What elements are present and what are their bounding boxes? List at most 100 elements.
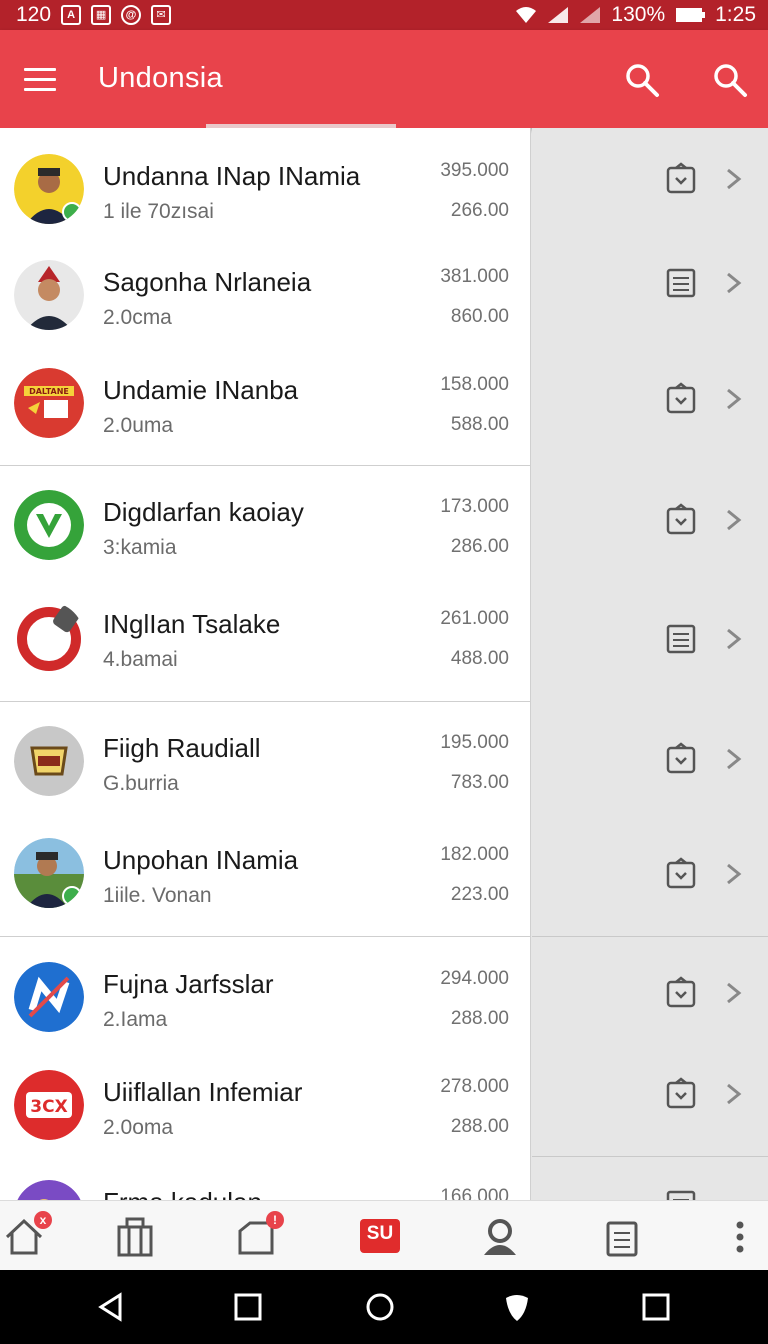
overflow-menu-button[interactable] — [718, 1215, 762, 1259]
list-item[interactable]: INglIan Tsalake 4.bamai 261.000 488.00 — [0, 576, 530, 688]
item-subtitle: 1 ile 70zısai — [103, 200, 214, 223]
person-avatar-icon — [14, 260, 84, 330]
person-avatar-icon — [14, 154, 84, 224]
item-subtitle: 2.0cma — [103, 306, 172, 329]
list-item[interactable]: Fujna Jarfsslar 2.Iama 294.000 288.00 — [0, 936, 530, 1048]
item-subtitle: 1iile. Vonan — [103, 884, 212, 907]
list-item[interactable]: Sagonha Nrlaneia 2.0cma 381.000 860.00 — [0, 234, 530, 346]
bottom-navigation: x ! SU — [0, 1200, 768, 1270]
item-value-primary: 158.000 — [440, 374, 509, 395]
nav-clipboard-button[interactable] — [600, 1215, 644, 1259]
item-value-primary: 166.000 — [440, 1186, 509, 1200]
item-value-secondary: 286.00 — [450, 536, 509, 557]
app-bar: Undonsia — [0, 30, 768, 128]
clipboard-in-button[interactable] — [664, 162, 698, 196]
list-button[interactable] — [664, 622, 698, 656]
clipboard-in-button[interactable] — [664, 382, 698, 416]
assistant-button[interactable] — [502, 1292, 532, 1322]
sync-notification-icon: @ — [121, 5, 142, 25]
item-value-primary: 261.000 — [440, 608, 509, 629]
profile-icon — [484, 1219, 516, 1255]
item-subtitle: G.burria — [103, 772, 179, 795]
3cx-logo-icon: 3CX — [14, 1070, 84, 1140]
status-bar: 120 A ▦ @ ✉ 130% 1:25 — [0, 0, 768, 30]
list-item[interactable]: Digdlarfan kaoiay 3:kamia 173.000 286.00 — [0, 464, 530, 576]
clipboard-in-button[interactable] — [664, 1077, 698, 1111]
search-button[interactable] — [624, 62, 660, 98]
circle-icon — [366, 1293, 394, 1321]
status-left: 120 A ▦ @ ✉ — [16, 3, 172, 27]
menu-button[interactable] — [24, 68, 56, 92]
divider — [532, 1156, 768, 1157]
crest-logo-icon — [14, 726, 84, 796]
clipboard-in-button[interactable] — [664, 976, 698, 1010]
shield-icon — [506, 1295, 528, 1321]
row-open-button[interactable] — [722, 857, 746, 891]
clipboard-in-icon — [666, 1077, 696, 1109]
system-navigation — [0, 1270, 768, 1344]
row-open-button[interactable] — [722, 266, 746, 300]
nav-building-button[interactable] — [113, 1215, 157, 1259]
chevron-right-icon — [727, 388, 742, 410]
list-item[interactable]: Undanna INap INamia 1 ile 70zısai 395.00… — [0, 128, 530, 240]
nav-su-button[interactable]: SU — [360, 1219, 400, 1253]
row-open-button[interactable] — [722, 622, 746, 656]
chevron-right-icon — [727, 982, 742, 1004]
item-subtitle: 2.Iama — [103, 1008, 168, 1031]
search-icon — [626, 64, 659, 97]
list-item[interactable]: Unpohan INamia 1iile. Vonan 182.000 223.… — [0, 812, 530, 924]
list-item[interactable]: DALTANE Undamie INanba 2.0uma 158.000 58… — [0, 342, 530, 454]
avatar: DALTANE — [14, 368, 84, 438]
avatar — [14, 838, 84, 908]
item-title: Fujna Jarfsslar — [103, 969, 274, 999]
clipboard-in-button[interactable] — [664, 857, 698, 891]
item-title: Frma kadulan — [103, 1187, 262, 1200]
clipboard-in-icon — [666, 742, 696, 774]
item-value-primary: 294.000 — [440, 968, 509, 989]
list-item[interactable]: Fiigh Raudiall G.burria 195.000 783.00 — [0, 700, 530, 812]
battery-icon — [676, 8, 706, 22]
row-open-button[interactable] — [722, 976, 746, 1010]
building-icon — [117, 1217, 153, 1257]
item-title: Uiiflallan Infemiar — [103, 1077, 303, 1107]
home-badge: x — [34, 1211, 52, 1229]
nav-home-button[interactable]: x — [2, 1211, 52, 1259]
item-value-secondary: 783.00 — [450, 772, 509, 793]
list-icon — [666, 624, 696, 654]
list-button[interactable] — [664, 266, 698, 300]
back-button[interactable] — [96, 1292, 126, 1322]
item-title: Sagonha Nrlaneia — [103, 267, 312, 297]
search-button-secondary[interactable] — [712, 62, 748, 98]
menu-icon-bar — [24, 88, 56, 91]
ring-logo-icon — [14, 602, 84, 672]
store-badge: ! — [266, 1211, 284, 1229]
battery-percent: 130% — [611, 3, 666, 26]
item-title: Unpohan INamia — [103, 845, 299, 875]
recents-button[interactable] — [233, 1292, 263, 1322]
nav-store-button[interactable]: ! — [234, 1211, 284, 1259]
clipboard-in-button[interactable] — [664, 742, 698, 776]
person-avatar-icon — [14, 838, 84, 908]
list-item[interactable]: Frma kadulan 166.000 — [0, 1154, 530, 1200]
item-value-primary: 278.000 — [440, 1076, 509, 1097]
clipboard-in-icon — [666, 976, 696, 1008]
row-open-button[interactable] — [722, 162, 746, 196]
row-open-button[interactable] — [722, 1077, 746, 1111]
more-vertical-icon — [736, 1221, 744, 1253]
row-open-button[interactable] — [722, 382, 746, 416]
nav-profile-button[interactable] — [478, 1215, 522, 1259]
overview-button[interactable] — [641, 1292, 671, 1322]
item-subtitle: 2.0oma — [103, 1116, 174, 1139]
item-subtitle: 3:kamia — [103, 536, 177, 559]
clipboard-in-button[interactable] — [664, 503, 698, 537]
clipboard-in-icon — [666, 503, 696, 535]
row-open-button[interactable] — [722, 503, 746, 537]
item-title: Undamie INanba — [103, 375, 299, 405]
list-item[interactable]: 3CX Uiiflallan Infemiar 2.0oma 278.000 2… — [0, 1044, 530, 1156]
purple-avatar-icon — [17, 1180, 81, 1200]
signal-secondary-icon — [580, 7, 601, 23]
row-open-button[interactable] — [722, 742, 746, 776]
divider — [532, 936, 768, 937]
home-system-button[interactable] — [365, 1292, 395, 1322]
status-right: 130% 1:25 — [515, 3, 756, 27]
